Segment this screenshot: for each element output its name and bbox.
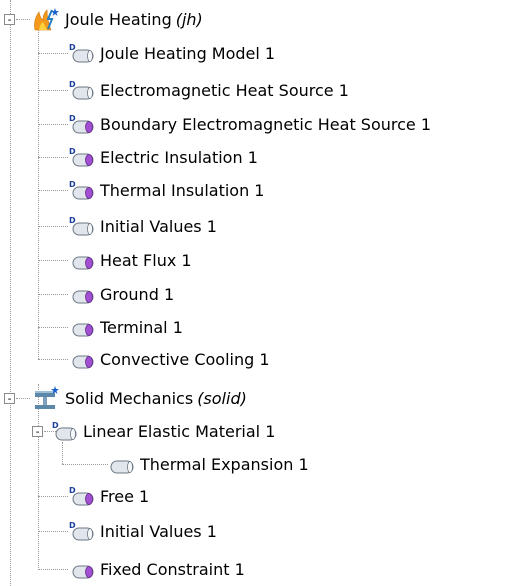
tree-guide-line xyxy=(38,327,68,328)
svg-text:D: D xyxy=(52,421,59,430)
boundary-node-default-icon: D xyxy=(69,180,94,200)
tree-guide-line xyxy=(38,359,68,360)
boundary-node-icon xyxy=(72,290,94,304)
svg-text:D: D xyxy=(69,486,76,495)
svg-text:D: D xyxy=(69,80,76,89)
tree-node-label: Convective Cooling 1 xyxy=(100,349,270,369)
joule-heating-physics-icon xyxy=(34,8,59,31)
domain-node-default-icon: D xyxy=(69,43,94,63)
tree-node-label: Solid Mechanics xyxy=(65,388,194,408)
tree-guide-line xyxy=(38,226,68,227)
tree-node-initial-values[interactable]: D Initial Values 1 xyxy=(68,213,217,239)
tree-node-thermal-expansion[interactable]: Thermal Expansion 1 xyxy=(108,451,309,477)
boundary-node-icon xyxy=(72,323,94,337)
physics-tag: (solid) xyxy=(197,388,247,408)
tree-node-ground[interactable]: Ground 1 xyxy=(68,281,174,307)
boundary-node-default-icon: D xyxy=(69,147,94,167)
tree-guide-line xyxy=(38,53,68,54)
tree-guide-line xyxy=(38,384,39,570)
boundary-node-icon xyxy=(72,355,94,369)
tree-guide-line xyxy=(38,90,68,91)
tree-guide-line xyxy=(62,442,63,464)
tree-guide-line xyxy=(38,531,68,532)
svg-text:D: D xyxy=(69,43,76,52)
tree-node-label: Heat Flux 1 xyxy=(100,250,192,270)
tree-node-solid-mechanics[interactable]: - Solid Mechanics (solid) xyxy=(4,385,247,411)
tree-guide-line xyxy=(38,26,39,359)
tree-node-linear-elastic-material[interactable]: - D Linear Elastic Material 1 xyxy=(32,418,275,444)
tree-node-convective-cooling[interactable]: Convective Cooling 1 xyxy=(68,346,270,372)
physics-tag: (jh) xyxy=(175,9,203,29)
collapse-toggle[interactable]: - xyxy=(4,392,15,404)
solid-mechanics-physics-icon xyxy=(35,386,59,409)
tree-node-terminal[interactable]: Terminal 1 xyxy=(68,314,183,340)
tree-guide-line xyxy=(38,124,68,125)
collapse-toggle[interactable]: - xyxy=(32,425,43,437)
domain-node-default-icon: D xyxy=(69,521,94,541)
tree-node-initial-values-solid[interactable]: D Initial Values 1 xyxy=(68,518,217,544)
boundary-node-icon xyxy=(72,256,94,270)
svg-text:D: D xyxy=(69,114,76,123)
tree-node-joule-heating-model[interactable]: D Joule Heating Model 1 xyxy=(68,40,275,66)
tree-node-label: Boundary Electromagnetic Heat Source 1 xyxy=(100,114,432,134)
tree-node-label: Linear Elastic Material 1 xyxy=(83,421,276,441)
tree-node-label: Electric Insulation 1 xyxy=(100,147,258,167)
tree-node-label: Thermal Expansion 1 xyxy=(140,454,309,474)
collapse-toggle[interactable]: - xyxy=(4,13,15,25)
boundary-node-icon xyxy=(72,565,94,579)
tree-node-boundary-electromagnetic-heat-source[interactable]: D Boundary Electromagnetic Heat Source 1 xyxy=(68,111,431,137)
tree-node-label: Thermal Insulation 1 xyxy=(100,180,265,200)
tree-guide-line xyxy=(62,464,108,465)
tree-node-free[interactable]: D Free 1 xyxy=(68,483,149,509)
tree-node-label: Fixed Constraint 1 xyxy=(100,559,245,579)
tree-guide-line xyxy=(38,157,68,158)
tree-guide-line xyxy=(38,569,68,570)
subnode-icon xyxy=(110,460,134,474)
tree-node-label: Ground 1 xyxy=(100,284,175,304)
domain-node-default-icon: D xyxy=(69,216,94,236)
boundary-node-default-icon: D xyxy=(69,114,94,134)
domain-node-default-icon: D xyxy=(52,421,77,441)
tree-node-label: Electromagnetic Heat Source 1 xyxy=(100,80,349,100)
svg-text:D: D xyxy=(69,521,76,530)
tree-guide-line xyxy=(10,0,11,586)
tree-node-fixed-constraint[interactable]: Fixed Constraint 1 xyxy=(68,556,245,582)
tree-guide-line xyxy=(38,496,68,497)
tree-node-electromagnetic-heat-source[interactable]: D Electromagnetic Heat Source 1 xyxy=(68,77,349,103)
svg-text:D: D xyxy=(69,147,76,156)
tree-node-label: Free 1 xyxy=(100,486,150,506)
boundary-node-default-icon: D xyxy=(69,486,94,506)
domain-node-default-icon: D xyxy=(69,80,94,100)
tree-node-label: Joule Heating xyxy=(65,9,172,29)
tree-node-joule-heating[interactable]: - Joule Heating (jh) xyxy=(4,6,203,32)
svg-text:D: D xyxy=(69,216,76,225)
tree-node-label: Joule Heating Model 1 xyxy=(100,43,276,63)
tree-node-label: Terminal 1 xyxy=(100,317,183,337)
tree-guide-line xyxy=(38,294,68,295)
tree-node-electric-insulation[interactable]: D Electric Insulation 1 xyxy=(68,144,258,170)
tree-guide-line xyxy=(38,260,68,261)
tree-node-thermal-insulation[interactable]: D Thermal Insulation 1 xyxy=(68,177,264,203)
tree-node-label: Initial Values 1 xyxy=(100,521,217,541)
tree-node-label: Initial Values 1 xyxy=(100,216,217,236)
svg-text:D: D xyxy=(69,180,76,189)
tree-guide-line xyxy=(38,190,68,191)
tree-node-heat-flux[interactable]: Heat Flux 1 xyxy=(68,247,192,273)
